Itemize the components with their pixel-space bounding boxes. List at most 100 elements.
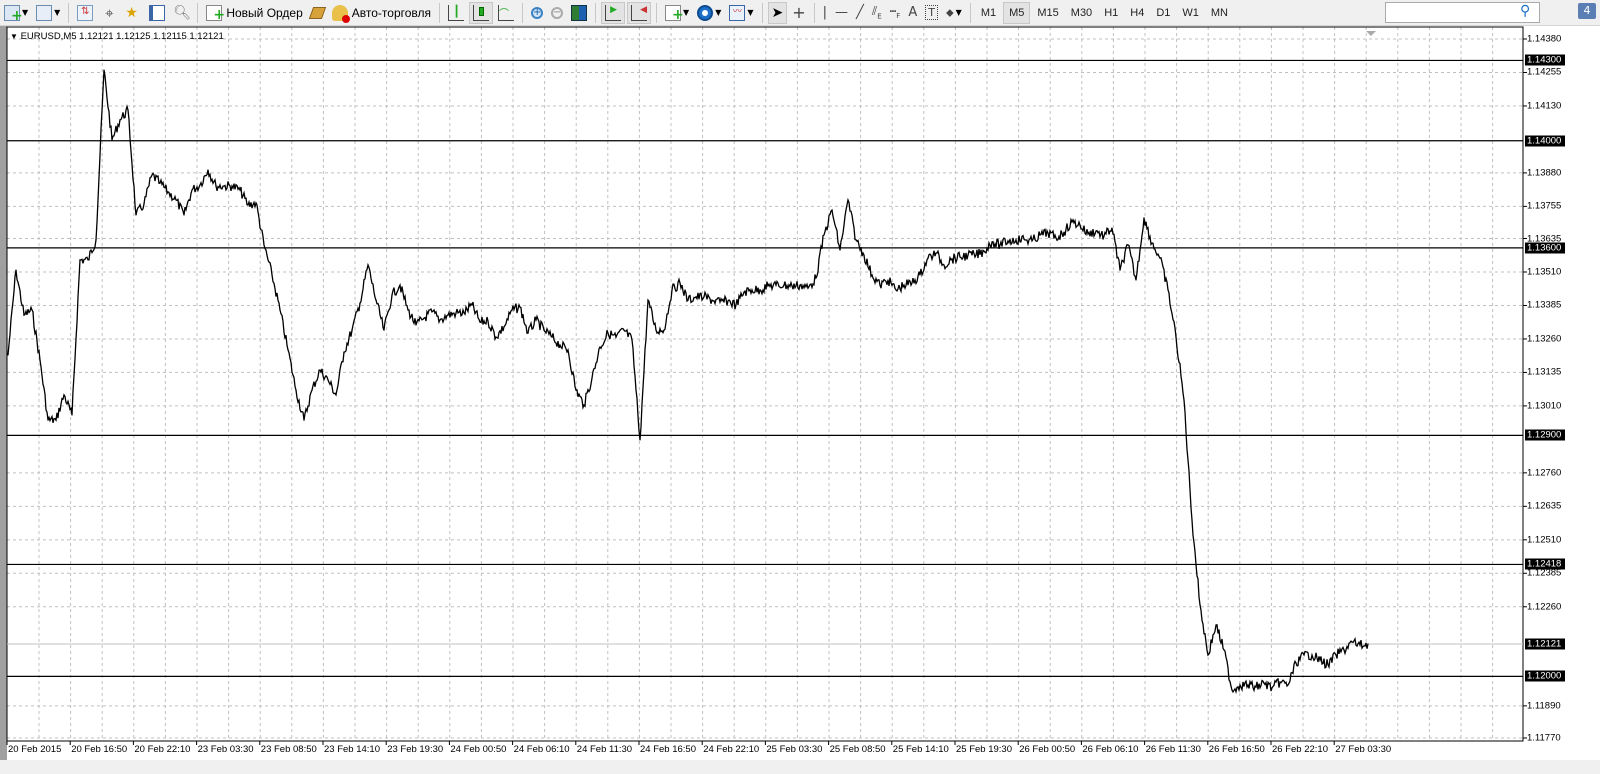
price-point bbox=[343, 351, 345, 353]
search-icon[interactable]: ⚲ bbox=[1520, 3, 1530, 19]
auto-scroll-button[interactable]: ▶ bbox=[601, 1, 626, 24]
text-label-icon: T bbox=[925, 5, 938, 20]
zoom-in-icon: + bbox=[531, 6, 544, 19]
price-point bbox=[799, 284, 801, 286]
zoom-out-button[interactable]: − bbox=[548, 2, 566, 24]
metaeditor-button[interactable] bbox=[308, 2, 327, 24]
timeframe-d1[interactable]: D1 bbox=[1151, 2, 1175, 24]
new-chart-button[interactable]: + ▼ bbox=[1, 2, 31, 24]
price-point bbox=[15, 269, 17, 271]
level-price-label: 1.12000 bbox=[1525, 670, 1565, 682]
price-point bbox=[711, 299, 713, 301]
timeframe-h1[interactable]: H1 bbox=[1099, 2, 1123, 24]
price-point bbox=[391, 294, 393, 296]
timeframe-m15[interactable]: M15 bbox=[1032, 2, 1063, 24]
bar-chart-button[interactable]: ┃ bbox=[445, 2, 467, 24]
text-label-button[interactable]: T bbox=[922, 2, 941, 24]
price-chart[interactable]: ▼ EURUSD,M5 1.12121 1.12125 1.12115 1.12… bbox=[0, 26, 1600, 774]
new-order-label: Новый Ордер bbox=[226, 5, 303, 20]
price-point bbox=[439, 319, 441, 321]
separator bbox=[595, 2, 597, 23]
current-price-label: 1.12121 bbox=[1525, 638, 1565, 650]
fibonacci-button[interactable]: ┅F bbox=[887, 2, 904, 24]
navigator-button[interactable]: ★ bbox=[122, 2, 144, 24]
x-tick-label: 26 Feb 06:10 bbox=[1082, 744, 1139, 755]
book-icon bbox=[308, 6, 326, 19]
line-chart-button[interactable]: ⌒ bbox=[495, 2, 517, 24]
autotrading-button[interactable]: Авто-торговля bbox=[329, 2, 434, 24]
bottom-strip bbox=[0, 760, 1600, 774]
price-point bbox=[7, 354, 9, 356]
text-button[interactable]: A bbox=[905, 2, 920, 24]
zoom-in-button[interactable]: + bbox=[528, 2, 546, 24]
chevron-down-icon: ▼ bbox=[683, 8, 690, 17]
price-point bbox=[791, 285, 793, 287]
price-point bbox=[215, 185, 217, 187]
price-point bbox=[151, 174, 153, 176]
arrows-button[interactable]: ⬥ ▼ bbox=[943, 2, 965, 24]
price-point bbox=[887, 279, 889, 281]
terminal-button[interactable] bbox=[146, 2, 168, 24]
terminal-icon bbox=[149, 4, 166, 21]
price-point bbox=[471, 304, 473, 306]
y-tick-label: 1.13010 bbox=[1527, 400, 1562, 412]
vertical-line-button[interactable]: | bbox=[820, 2, 830, 24]
price-point bbox=[311, 389, 313, 391]
notifications-badge[interactable]: 4 bbox=[1578, 3, 1596, 19]
horizontal-line-button[interactable]: — bbox=[832, 2, 851, 24]
crosshair-button[interactable]: + bbox=[789, 2, 808, 24]
indicators-button[interactable]: + ▼ bbox=[662, 2, 692, 24]
price-point bbox=[175, 199, 177, 201]
separator bbox=[813, 2, 815, 23]
price-point bbox=[135, 214, 137, 216]
price-point bbox=[615, 336, 617, 338]
templates-button[interactable]: 〰 ▼ bbox=[726, 2, 756, 24]
timeframe-m30[interactable]: M30 bbox=[1066, 2, 1097, 24]
tile-windows-button[interactable] bbox=[568, 2, 590, 24]
new-order-button[interactable]: + Новый Ордер bbox=[203, 2, 305, 24]
separator bbox=[522, 2, 524, 23]
data-window-button[interactable]: ⌖ bbox=[98, 2, 120, 24]
price-point bbox=[1271, 687, 1273, 689]
price-point bbox=[831, 209, 833, 211]
price-point bbox=[1247, 684, 1249, 686]
trendline-button[interactable]: ╱ bbox=[853, 2, 867, 24]
price-point bbox=[183, 214, 185, 216]
price-point bbox=[695, 296, 697, 298]
periods-button[interactable]: ▼ bbox=[694, 2, 724, 24]
equidistant-channel-button[interactable]: ⫽E bbox=[869, 2, 885, 24]
price-point bbox=[1199, 604, 1201, 606]
strategy-tester-button[interactable]: 🔍︎ bbox=[170, 2, 192, 24]
price-point bbox=[1023, 238, 1025, 240]
timeframe-m5[interactable]: M5 bbox=[1003, 1, 1031, 24]
price-point bbox=[703, 296, 705, 298]
market-watch-button[interactable]: ⇅ bbox=[74, 2, 96, 24]
autotrading-label: Авто-торговля bbox=[351, 5, 432, 20]
x-tick-label: 23 Feb 08:50 bbox=[260, 744, 317, 755]
price-point bbox=[1263, 682, 1265, 684]
candlestick-chart-button[interactable] bbox=[469, 1, 494, 24]
price-point bbox=[519, 306, 521, 308]
price-point bbox=[407, 309, 409, 311]
price-point bbox=[1087, 233, 1089, 235]
price-point bbox=[23, 314, 25, 316]
timeframe-m1[interactable]: M1 bbox=[976, 2, 1001, 24]
timeframe-h4[interactable]: H4 bbox=[1125, 2, 1149, 24]
price-point bbox=[1127, 244, 1129, 246]
price-point bbox=[863, 254, 865, 256]
price-point bbox=[823, 234, 825, 236]
level-price-label: 1.14000 bbox=[1525, 135, 1565, 147]
timeframe-mn[interactable]: MN bbox=[1206, 2, 1233, 24]
price-point bbox=[487, 320, 489, 322]
timeframe-w1[interactable]: W1 bbox=[1177, 2, 1204, 24]
bar-chart-icon: ┃ bbox=[448, 4, 465, 21]
chart-shift-button[interactable]: ◀ bbox=[627, 1, 652, 24]
price-point bbox=[943, 264, 945, 266]
price-point bbox=[199, 184, 201, 186]
collapse-triangle-icon[interactable]: ▼ bbox=[10, 32, 18, 41]
cursor-button[interactable]: ➤ bbox=[767, 1, 788, 24]
search-input[interactable] bbox=[1385, 2, 1540, 23]
x-tick-label: 23 Feb 14:10 bbox=[324, 744, 380, 755]
profiles-button[interactable]: ▼ bbox=[33, 2, 63, 24]
price-point bbox=[1159, 257, 1161, 259]
